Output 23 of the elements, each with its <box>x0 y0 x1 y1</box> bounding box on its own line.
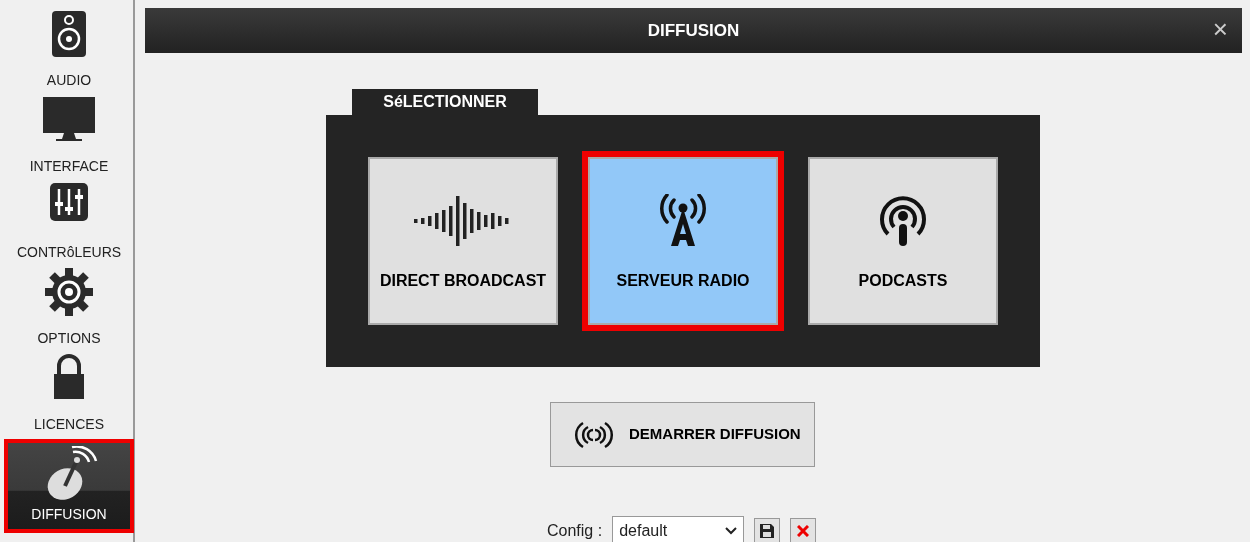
sidebar-item[interactable]: INTERFACE <box>4 95 134 181</box>
broadcast-option[interactable]: PODCASTS <box>808 157 998 325</box>
config-label: Config : <box>547 521 603 541</box>
x-icon <box>797 525 810 537</box>
chevron-down-icon <box>725 527 738 535</box>
sidebar-item[interactable]: OPTIONS <box>4 267 134 353</box>
broadcast-option[interactable]: DIRECT BROADCAST <box>368 157 558 325</box>
start-broadcast-button[interactable]: DEMARRER DIFFUSION <box>550 402 815 467</box>
gear-icon <box>45 268 93 316</box>
lock-icon <box>53 354 85 400</box>
config-dropdown[interactable]: default <box>612 516 745 542</box>
sound-wave-icon <box>414 195 512 247</box>
delete-button[interactable] <box>790 518 817 542</box>
sidebar-item[interactable]: CONTRôLEURS <box>4 181 134 267</box>
monitor-icon <box>42 96 96 142</box>
sidebar-item[interactable]: LICENCES <box>4 353 134 439</box>
close-button[interactable]: × <box>1212 16 1228 42</box>
sidebar-item[interactable]: AUDIO <box>4 9 134 95</box>
sidebar-item[interactable]: DIFFUSION <box>4 439 134 533</box>
speaker-icon <box>51 10 87 58</box>
mixer-icon <box>49 182 89 222</box>
save-button[interactable] <box>754 518 781 542</box>
dialog-title: DIFFUSION <box>647 19 740 42</box>
